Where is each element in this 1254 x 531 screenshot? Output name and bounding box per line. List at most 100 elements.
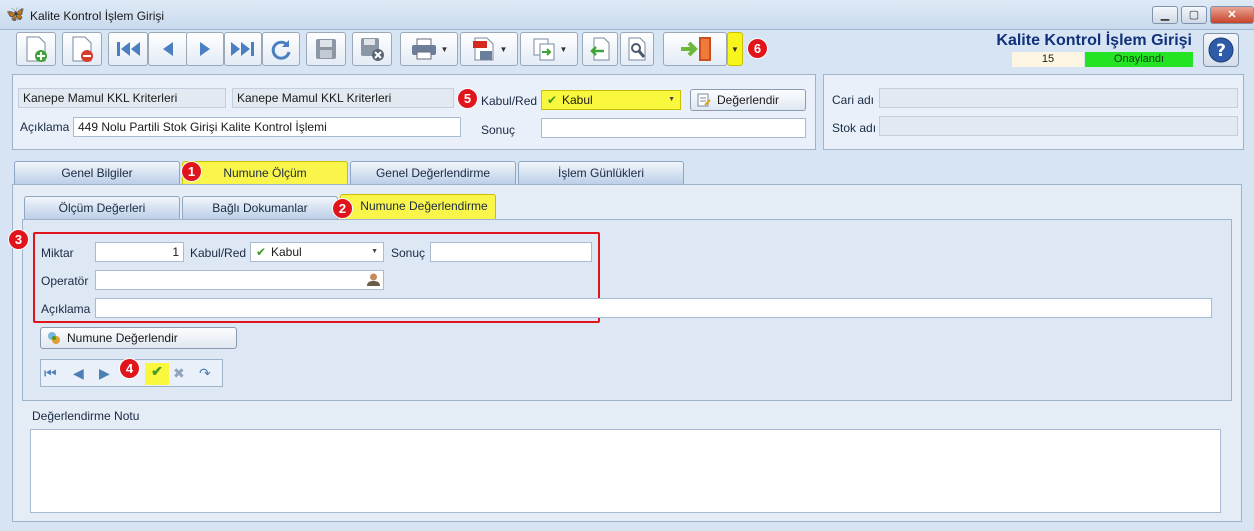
first-record-button[interactable] [108, 32, 148, 66]
degerlendir-button[interactable]: Değerlendir [690, 89, 806, 111]
kabul-red-label: Kabul/Red [481, 94, 538, 108]
operator-label: Operatör [41, 274, 89, 288]
callout-badge-5: 5 [457, 88, 478, 109]
close-button[interactable]: ✕ [1210, 6, 1254, 24]
callout-badge-4: 4 [119, 358, 140, 379]
degerlendir-label: Değerlendir [717, 93, 780, 107]
sample-kabul-red-label: Kabul/Red [190, 246, 247, 260]
pdf-button[interactable]: ▼ [460, 32, 518, 66]
checkmark-icon: ✔ [547, 93, 558, 107]
tab-genel-bilgiler[interactable]: Genel Bilgiler [14, 161, 180, 185]
status-badge: Onaylandı [1085, 52, 1193, 67]
criteria-name-field: Kanepe Mamul KKL Kriterleri [232, 88, 454, 108]
callout-badge-2: 2 [332, 198, 353, 219]
aciklama-field[interactable]: 449 Nolu Partili Stok Girişi Kalite Kont… [73, 117, 461, 137]
miktar-field[interactable]: 1 [95, 242, 184, 262]
tab-genel-degerlendirme[interactable]: Genel Değerlendirme [350, 161, 516, 185]
user-lookup-icon[interactable] [366, 272, 381, 287]
minimize-button[interactable]: ▁ [1152, 6, 1178, 24]
settings-icon [628, 37, 646, 61]
callout-badge-3: 3 [8, 229, 29, 250]
numune-degerlendir-button[interactable]: Numune Değerlendir [40, 327, 237, 349]
tab-islem-gunlukleri[interactable]: İşlem Günlükleri [518, 161, 684, 185]
redo-icon[interactable]: ↷ [199, 365, 211, 382]
cari-field [879, 88, 1238, 108]
new-icon [26, 36, 47, 62]
criteria-code-field: Kanepe Mamul KKL Kriterleri [18, 88, 226, 108]
export-icon [533, 38, 555, 61]
sample-kabul-red-value: Kabul [271, 245, 302, 259]
settings-button[interactable] [620, 32, 654, 66]
record-number: 15 [1012, 52, 1084, 67]
tab-numune-olcum[interactable]: Numune Ölçüm [182, 161, 348, 185]
aciklama-label: Açıklama [20, 120, 70, 134]
numune-degerlendir-label: Numune Değerlendir [67, 331, 178, 345]
delete-button[interactable] [62, 32, 102, 66]
import-icon [590, 37, 610, 61]
notes-textarea[interactable] [30, 429, 1221, 513]
subtab-numune-degerlendirme[interactable]: Numune Değerlendirme [340, 194, 496, 220]
prev-record-button[interactable] [148, 32, 188, 66]
operator-field[interactable] [95, 270, 384, 290]
chevron-down-icon: ▼ [668, 96, 675, 103]
confirm-icon[interactable]: ✔ [145, 363, 169, 385]
last-icon [231, 42, 254, 56]
prev-icon[interactable]: ◀ [73, 365, 84, 382]
refresh-icon [271, 40, 291, 60]
cancel-save-icon [361, 38, 384, 61]
next-record-button[interactable] [186, 32, 224, 66]
kabul-red-value: Kabul [562, 93, 593, 107]
new-button[interactable] [16, 32, 56, 66]
stok-field [879, 116, 1238, 136]
import-button[interactable] [582, 32, 618, 66]
title-bar: 🦋 Kalite Kontrol İşlem Girişi ▁ ▢ ✕ [0, 0, 1254, 30]
window-title: Kalite Kontrol İşlem Girişi [30, 9, 165, 23]
butterfly-icon: 🦋 [6, 6, 25, 23]
checkmark-icon: ✔ [256, 245, 267, 259]
info-panel [12, 74, 816, 150]
subtab-olcum-degerleri[interactable]: Ölçüm Değerleri [24, 196, 180, 220]
save-icon [316, 39, 336, 59]
sample-aciklama-label: Açıklama [41, 302, 91, 316]
print-button[interactable]: ▼ [400, 32, 458, 66]
first-icon[interactable]: ⏮ [44, 365, 57, 382]
subtab-bagli-dokumanlar[interactable]: Bağlı Dokumanlar [182, 196, 338, 220]
notes-label: Değerlendirme Notu [32, 409, 140, 423]
exit-icon [681, 37, 711, 61]
maximize-button[interactable]: ▢ [1181, 6, 1207, 24]
first-icon [117, 42, 140, 56]
stok-label: Stok adı [832, 121, 877, 135]
save-button[interactable] [306, 32, 346, 66]
pdf-icon [472, 37, 494, 61]
callout-badge-6: 6 [747, 38, 768, 59]
cancel-icon[interactable]: ✖ [173, 365, 185, 382]
last-record-button[interactable] [224, 32, 262, 66]
svg-text:?: ? [1216, 41, 1226, 61]
cancel-save-button[interactable] [352, 32, 392, 66]
print-icon [411, 38, 436, 60]
next-icon [200, 42, 210, 56]
evaluate-icon [697, 93, 711, 107]
delete-icon [72, 36, 93, 62]
sample-sonuc-label: Sonuç [391, 246, 426, 260]
sample-sonuc-field[interactable] [430, 242, 592, 262]
sample-kabul-red-select[interactable]: ✔ Kabul ▼ [250, 242, 384, 262]
sonuc-field[interactable] [541, 118, 806, 138]
callout-badge-1: 1 [181, 161, 202, 182]
exit-button[interactable] [663, 32, 727, 66]
chevron-down-icon: ▼ [371, 248, 378, 255]
page-title: Kalite Kontrol İşlem Girişi [996, 32, 1192, 49]
export-button[interactable]: ▼ [520, 32, 578, 66]
cari-label: Cari adı [832, 93, 875, 107]
help-button[interactable]: ? [1203, 33, 1239, 67]
miktar-label: Miktar [41, 246, 74, 260]
prev-icon [163, 42, 173, 56]
sample-aciklama-field[interactable] [95, 298, 1212, 318]
refresh-button[interactable] [262, 32, 300, 66]
next-icon[interactable]: ▶ [99, 365, 110, 382]
help-icon: ? [1208, 37, 1234, 63]
kabul-red-select[interactable]: ✔ Kabul ▼ [541, 90, 681, 110]
sonuc-label: Sonuç [481, 123, 516, 137]
exit-dropdown-button[interactable]: ▼ [727, 32, 743, 66]
evaluate-sample-icon [48, 332, 60, 344]
